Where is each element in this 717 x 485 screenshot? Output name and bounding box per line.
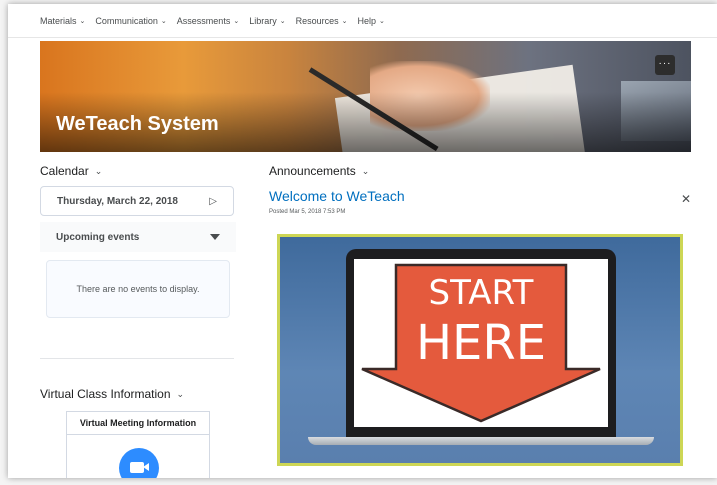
- upcoming-events-toggle[interactable]: Upcoming events: [40, 222, 236, 252]
- announcement-image-background: START HERE: [280, 237, 680, 463]
- announcement-title-link[interactable]: Welcome to WeTeach: [269, 188, 691, 204]
- calendar-heading-label: Calendar: [40, 164, 89, 178]
- chevron-down-icon: ⌄: [379, 17, 385, 25]
- divider: [40, 358, 234, 359]
- chevron-down-icon: ⌄: [176, 388, 185, 399]
- more-icon[interactable]: ···: [655, 55, 675, 75]
- nav-label: Assessments: [176, 15, 231, 26]
- announcement-image: START HERE: [277, 234, 683, 466]
- top-navbar: Materials ⌄ Communication ⌄ Assessments …: [8, 4, 717, 38]
- right-column: Announcements ⌄ Welcome to WeTeach ✕ Pos…: [269, 164, 691, 466]
- virtual-class-heading[interactable]: Virtual Class Information ⌄: [40, 387, 236, 401]
- calendar-heading[interactable]: Calendar ⌄: [40, 164, 236, 178]
- chevron-down-icon: ⌄: [94, 165, 103, 176]
- chevron-down-icon: ⌄: [341, 17, 348, 25]
- virtual-meeting-title: Virtual Meeting Information: [67, 412, 209, 435]
- announcements-heading-label: Announcements: [269, 164, 356, 178]
- nav-label: Help: [357, 15, 377, 26]
- calendar-date-selector[interactable]: Thursday, March 22, 2018 ▷: [40, 186, 234, 216]
- no-events-message: There are no events to display.: [46, 260, 230, 318]
- virtual-class-heading-label: Virtual Class Information: [40, 387, 171, 401]
- nav-library[interactable]: Library ⌄: [249, 16, 285, 26]
- course-title: WeTeach System: [56, 113, 219, 135]
- nav-help[interactable]: Help ⌄: [358, 16, 385, 26]
- nav-label: Library: [249, 15, 277, 26]
- announcements-heading[interactable]: Announcements ⌄: [269, 164, 691, 178]
- nav-label: Resources: [295, 15, 339, 26]
- chevron-down-icon: ⌄: [279, 17, 286, 25]
- nav-resources[interactable]: Resources ⌄: [296, 16, 348, 26]
- camera-lens-shape: [143, 463, 149, 471]
- camera-body-shape: [130, 462, 144, 473]
- virtual-meeting-box: Virtual Meeting Information: [66, 411, 210, 478]
- close-icon[interactable]: ✕: [681, 192, 691, 206]
- nav-label: Communication: [95, 15, 158, 26]
- zoom-video-icon[interactable]: [119, 448, 159, 478]
- nav-label: Materials: [40, 15, 77, 26]
- chevron-down-icon: ⌄: [79, 17, 86, 25]
- laptop-screen: START HERE: [354, 259, 608, 427]
- chevron-down-icon: ⌄: [160, 17, 167, 25]
- left-column: Calendar ⌄ Thursday, March 22, 2018 ▷ Up…: [40, 164, 236, 478]
- triangle-down-icon: [210, 234, 220, 240]
- nav-communication[interactable]: Communication ⌄: [95, 16, 166, 26]
- chevron-down-icon: ⌄: [361, 165, 370, 176]
- nav-assessments[interactable]: Assessments ⌄: [177, 16, 239, 26]
- play-next-icon[interactable]: ▷: [209, 196, 217, 207]
- browser-window: Materials ⌄ Communication ⌄ Assessments …: [8, 4, 717, 478]
- course-banner: WeTeach System ···: [40, 41, 691, 152]
- start-text: START: [428, 273, 534, 313]
- here-text: HERE: [415, 315, 547, 371]
- upcoming-events-label: Upcoming events: [56, 231, 140, 243]
- announcement-posted-date: Posted Mar 5, 2018 7:53 PM: [269, 209, 346, 215]
- nav-materials[interactable]: Materials ⌄: [40, 16, 85, 26]
- laptop-frame: START HERE: [346, 249, 616, 437]
- laptop-base: [308, 437, 654, 445]
- calendar-date: Thursday, March 22, 2018: [57, 195, 178, 207]
- chevron-down-icon: ⌄: [233, 17, 240, 25]
